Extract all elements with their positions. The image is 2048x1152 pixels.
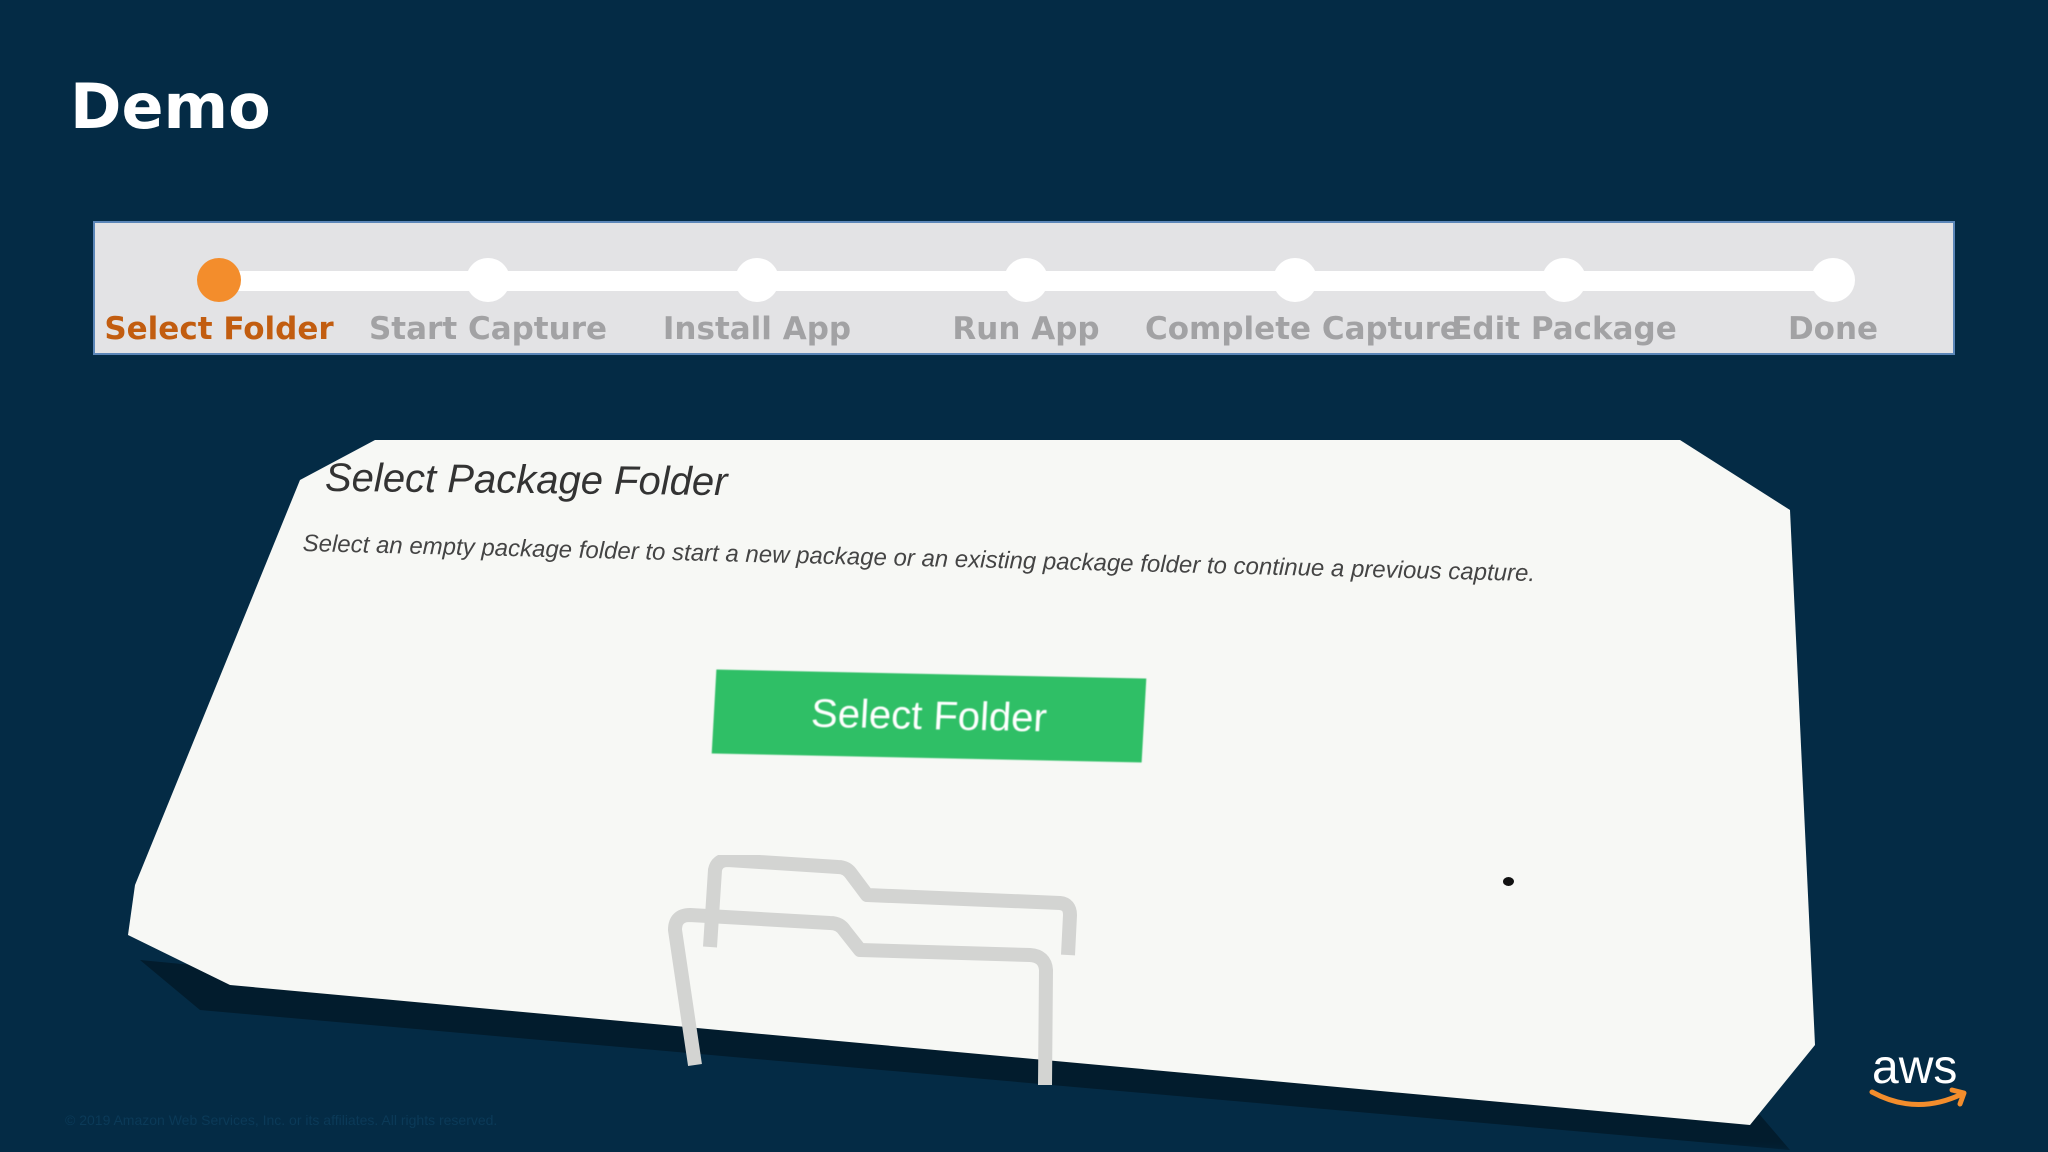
app-screenshot-card: Select Package Folder Select an empty pa…: [0, 0, 2048, 1152]
copyright-text: © 2019 Amazon Web Services, Inc. or its …: [65, 1112, 498, 1128]
select-folder-button[interactable]: Select Folder: [711, 669, 1147, 763]
mouse-cursor: [1503, 877, 1514, 886]
aws-smile-icon: [1869, 1087, 1967, 1107]
aws-logo: aws: [1866, 1040, 1976, 1110]
package-folder-title: Select Package Folder: [324, 455, 728, 505]
folder-icon: [668, 855, 1077, 1085]
